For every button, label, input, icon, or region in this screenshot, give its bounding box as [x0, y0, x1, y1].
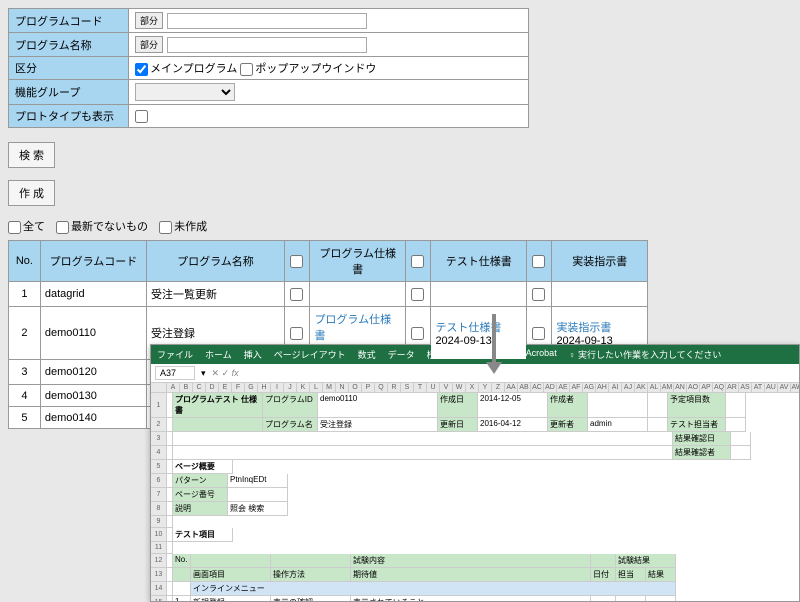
program-code-label: プログラムコード: [9, 9, 129, 33]
group-select[interactable]: [135, 83, 235, 101]
formula-bar: A37▾✕ ✓ fx: [151, 364, 799, 383]
search-form: プログラムコード部分 プログラム名称部分 区分メインプログラム ポップアップウイ…: [8, 8, 529, 128]
column-headers: ABCDEFGHIJKLMNOPQRSTUVWXYZAAABACADAEAFAG…: [151, 383, 799, 393]
group-label: 機能グループ: [9, 80, 129, 105]
th-check1[interactable]: [284, 241, 309, 282]
filter-all[interactable]: 全て: [8, 221, 45, 233]
popup-checkbox[interactable]: [240, 63, 253, 76]
fx-icon[interactable]: ✕ ✓ fx: [212, 368, 239, 379]
th-check2[interactable]: [405, 241, 430, 282]
filter-not-latest[interactable]: 最新でないもの: [56, 221, 148, 233]
partial-btn-code[interactable]: 部分: [135, 12, 163, 29]
create-button[interactable]: 作 成: [8, 180, 55, 206]
kubun-label: 区分: [9, 57, 129, 80]
ribbon-tab[interactable]: 挿入: [244, 348, 262, 361]
th-test: テスト仕様書: [431, 241, 527, 282]
excel-window: ファイルホーム挿入ページレイアウト数式データ校閲表示ヘルプAcrobat♀ 実行…: [150, 344, 800, 602]
partial-btn-name[interactable]: 部分: [135, 36, 163, 53]
spreadsheet-body[interactable]: 1プログラムテスト 仕様書プログラムIDdemo0110作成日2014-12-0…: [151, 393, 799, 602]
program-name-input[interactable]: [167, 37, 367, 53]
ribbon-tab[interactable]: ホーム: [205, 348, 232, 361]
test-spec-cell: [431, 282, 527, 307]
proto-label: プロトタイプも表示: [9, 105, 129, 128]
th-impl: 実装指示書: [552, 241, 648, 282]
th-check3[interactable]: [526, 241, 551, 282]
table-row: 1datagrid受注一覧更新: [9, 282, 648, 307]
popup-option[interactable]: ポップアップウインドウ: [240, 63, 376, 75]
program-code-input[interactable]: [167, 13, 367, 29]
ribbon-tab[interactable]: ファイル: [157, 348, 193, 361]
ribbon-tab[interactable]: データ: [388, 348, 415, 361]
ribbon-tab[interactable]: 数式: [358, 348, 376, 361]
program-name-label: プログラム名称: [9, 33, 129, 57]
th-spec: プログラム仕様書: [310, 241, 406, 282]
ribbon-tab[interactable]: Acrobat: [526, 348, 557, 361]
th-no: No.: [9, 241, 41, 282]
filter-row: 全て 最新でないもの 未作成: [8, 218, 792, 234]
search-button[interactable]: 検 索: [8, 142, 55, 168]
cell-reference[interactable]: A37: [155, 366, 195, 380]
filter-not-created[interactable]: 未作成: [159, 221, 207, 233]
main-program-checkbox[interactable]: [135, 63, 148, 76]
proto-checkbox[interactable]: [135, 110, 148, 123]
th-code: プログラムコード: [40, 241, 146, 282]
test-spec-link[interactable]: テスト仕様書2024-09-13: [431, 307, 527, 360]
th-name: プログラム名称: [146, 241, 284, 282]
ribbon-tab[interactable]: ページレイアウト: [274, 348, 346, 361]
main-program-option[interactable]: メインプログラム: [135, 63, 237, 75]
